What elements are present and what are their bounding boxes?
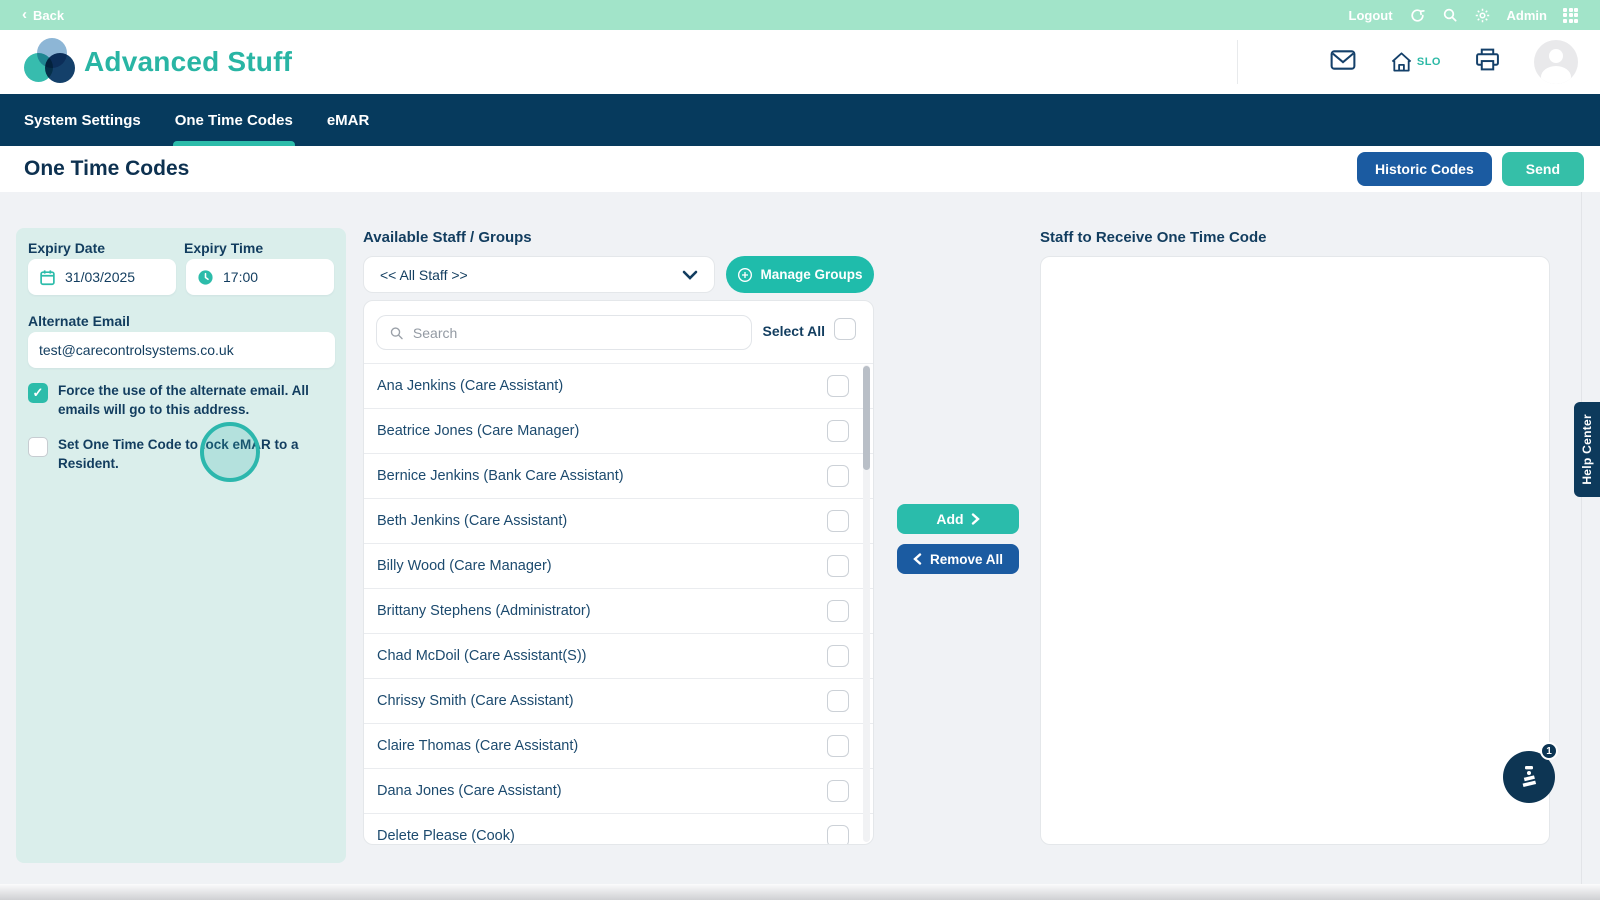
admin-label: Admin [1507, 8, 1547, 23]
search-icon [389, 325, 404, 341]
logout-icon[interactable] [1409, 7, 1426, 24]
expiry-date-label: Expiry Date [28, 240, 105, 256]
click-highlight [200, 422, 260, 482]
staff-name: Delete Please (Cook) [377, 828, 515, 844]
help-center-tab[interactable]: Help Center [1574, 402, 1600, 497]
staff-list-scrollbar[interactable] [863, 365, 870, 842]
mail-icon[interactable] [1330, 49, 1356, 76]
staff-row: Beatrice Jones (Care Manager) [364, 408, 873, 453]
staff-row: Chrissy Smith (Care Assistant) [364, 678, 873, 723]
header-divider [1237, 40, 1238, 84]
expiry-time-input[interactable]: 17:00 [186, 259, 334, 295]
staff-checkbox[interactable] [827, 420, 849, 442]
staff-row: Claire Thomas (Care Assistant) [364, 723, 873, 768]
expiry-date-input[interactable]: 31/03/2025 [28, 259, 176, 295]
send-button[interactable]: Send [1502, 152, 1584, 186]
available-staff-card: Select All Ana Jenkins (Care Assistant) … [363, 300, 874, 845]
staff-row: Dana Jones (Care Assistant) [364, 768, 873, 813]
staff-row: Billy Wood (Care Manager) [364, 543, 873, 588]
app-logo [24, 38, 76, 86]
logout-button[interactable]: Logout [1349, 8, 1393, 23]
staff-checkbox[interactable] [827, 510, 849, 532]
staff-name: Beatrice Jones (Care Manager) [377, 423, 579, 439]
bottom-edge [0, 884, 1600, 900]
staff-checkbox[interactable] [827, 825, 849, 845]
print-icon[interactable] [1475, 48, 1500, 76]
force-email-checkbox[interactable]: ✓ [28, 383, 48, 403]
staff-name: Brittany Stephens (Administrator) [377, 603, 591, 619]
available-staff-title: Available Staff / Groups [363, 229, 532, 246]
staff-name: Claire Thomas (Care Assistant) [377, 738, 578, 754]
back-chevron-icon: ‹ [22, 7, 27, 22]
scrollbar-thumb[interactable] [863, 366, 870, 470]
back-label: Back [33, 8, 64, 23]
tab-emar[interactable]: eMAR [327, 94, 370, 146]
gear-icon[interactable] [1474, 7, 1491, 24]
staff-row: Beth Jenkins (Care Assistant) [364, 498, 873, 543]
historic-codes-button[interactable]: Historic Codes [1357, 152, 1492, 186]
staff-name: Chrissy Smith (Care Assistant) [377, 693, 574, 709]
title-bar: One Time Codes Historic Codes Send [0, 146, 1600, 192]
clock-icon [197, 269, 214, 286]
staff-checkbox[interactable] [827, 735, 849, 757]
staff-checkbox[interactable] [827, 690, 849, 712]
top-bar: ‹ Back Logout Admin [0, 0, 1600, 30]
staff-name: Bernice Jenkins (Bank Care Assistant) [377, 468, 624, 484]
main-nav: System Settings One Time Codes eMAR [0, 94, 1600, 146]
search-icon[interactable] [1442, 7, 1458, 23]
apps-grid-icon[interactable] [1563, 8, 1578, 23]
force-email-label: Force the use of the alternate email. Al… [58, 382, 340, 420]
staff-list: Ana Jenkins (Care Assistant) Beatrice Jo… [364, 363, 873, 845]
alternate-email-label: Alternate Email [28, 313, 130, 329]
staff-checkbox[interactable] [827, 465, 849, 487]
tab-system-settings[interactable]: System Settings [24, 94, 141, 146]
staff-name: Ana Jenkins (Care Assistant) [377, 378, 563, 394]
tab-one-time-codes[interactable]: One Time Codes [175, 94, 293, 146]
home-button[interactable]: SLO [1390, 51, 1441, 73]
add-button[interactable]: Add [897, 504, 1019, 534]
staff-row: Brittany Stephens (Administrator) [364, 588, 873, 633]
receive-staff-title: Staff to Receive One Time Code [1040, 229, 1266, 246]
page-title: One Time Codes [24, 157, 189, 181]
staff-name: Beth Jenkins (Care Assistant) [377, 513, 567, 529]
chevron-down-icon [682, 270, 698, 280]
remove-all-button[interactable]: Remove All [897, 544, 1019, 574]
beacon-badge: 1 [1540, 742, 1558, 760]
home-badge: SLO [1417, 56, 1441, 68]
staff-row: Chad McDoil (Care Assistant(S)) [364, 633, 873, 678]
select-all-label: Select All [762, 323, 825, 339]
staff-search[interactable] [376, 315, 752, 350]
staff-name: Dana Jones (Care Assistant) [377, 783, 562, 799]
alternate-email-input[interactable]: test@carecontrolsystems.co.uk [28, 332, 335, 368]
staff-row: Delete Please (Cook) [364, 813, 873, 845]
staff-name: Billy Wood (Care Manager) [377, 558, 552, 574]
code-settings-panel: Expiry Date Expiry Time 31/03/2025 17:00… [16, 228, 346, 863]
staff-row: Ana Jenkins (Care Assistant) [364, 363, 873, 408]
receive-staff-panel [1040, 256, 1550, 845]
select-all-checkbox[interactable] [834, 318, 856, 340]
app-title: Advanced Stuff [84, 46, 292, 78]
lighthouse-icon [1518, 765, 1540, 789]
staff-checkbox[interactable] [827, 645, 849, 667]
staff-row: Bernice Jenkins (Bank Care Assistant) [364, 453, 873, 498]
staff-checkbox[interactable] [827, 555, 849, 577]
staff-checkbox[interactable] [827, 780, 849, 802]
manage-groups-button[interactable]: Manage Groups [726, 256, 874, 293]
search-input[interactable] [413, 325, 739, 341]
calendar-icon [39, 269, 56, 286]
user-avatar[interactable] [1534, 40, 1578, 84]
lock-emar-label: Set One Time Code to lock eMAR to a Resi… [58, 436, 340, 474]
chevron-left-icon [913, 553, 922, 565]
staff-checkbox[interactable] [827, 600, 849, 622]
edge-divider [1581, 192, 1582, 900]
back-button[interactable]: ‹ Back [22, 8, 64, 23]
lock-emar-checkbox[interactable] [28, 437, 48, 457]
staff-name: Chad McDoil (Care Assistant(S)) [377, 648, 587, 664]
expiry-time-label: Expiry Time [184, 240, 263, 256]
chevron-right-icon [971, 513, 980, 525]
staff-group-dropdown[interactable]: << All Staff >> [363, 256, 715, 293]
staff-checkbox[interactable] [827, 375, 849, 397]
circle-plus-icon [737, 267, 753, 283]
